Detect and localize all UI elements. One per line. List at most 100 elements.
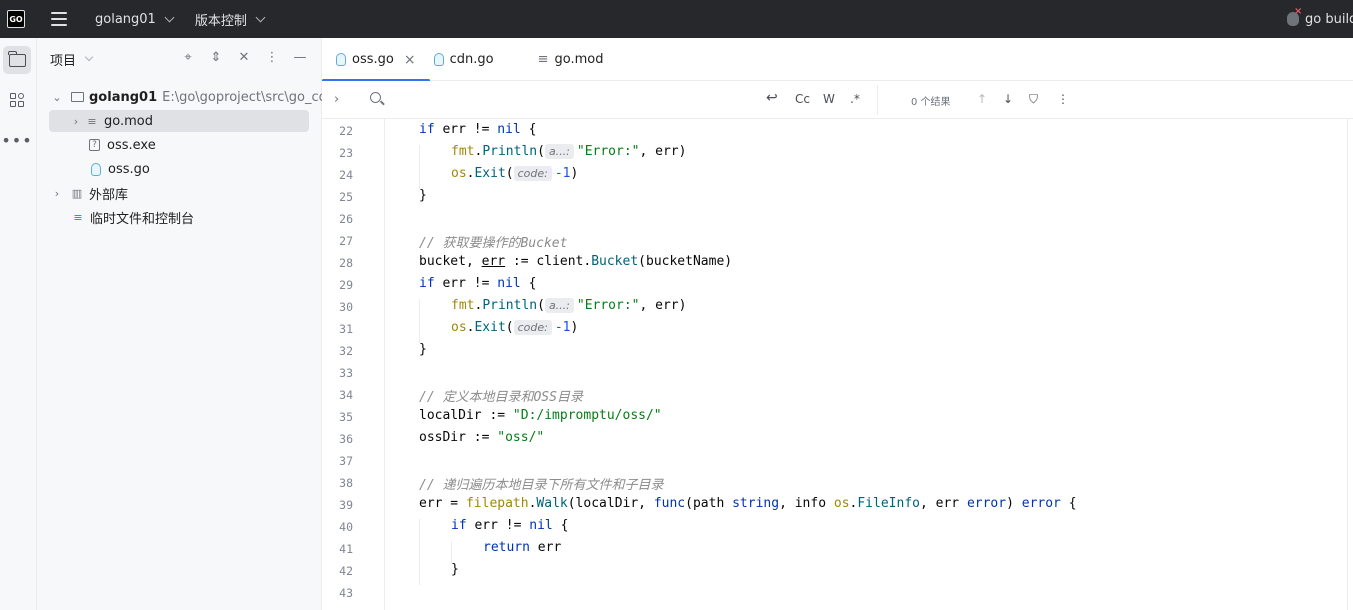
- code-line[interactable]: localDir := "D:/impromptu/oss/": [419, 408, 662, 423]
- code-line[interactable]: fmt.Println(a...: "Error:", err): [451, 144, 686, 159]
- go-file-icon: [89, 162, 103, 176]
- line-number: 37: [339, 454, 353, 468]
- go-file-icon: [433, 53, 444, 66]
- code-editor[interactable]: [385, 119, 1347, 610]
- locate-icon[interactable]: ⌖: [181, 50, 195, 65]
- run-config-label: go build: [1305, 11, 1353, 27]
- tree-item-external-libraries[interactable]: › ▥ 外部库: [50, 182, 128, 204]
- code-line[interactable]: // 递归遍历本地目录下所有文件和子目录: [419, 474, 663, 493]
- more-tools-icon[interactable]: •••: [1, 126, 31, 154]
- chevron-right-icon: ›: [54, 186, 60, 200]
- project-panel: 项目 ⌖ ⇕ ✕ ⋮ — ⌄ golang01 E:\go\goproject\…: [37, 38, 343, 610]
- chevron-down-icon: [255, 12, 266, 22]
- code-line[interactable]: err = filepath.Walk(localDir, func(path …: [419, 496, 1077, 511]
- code-line[interactable]: ossDir := "oss/": [419, 430, 544, 445]
- line-number: 29: [339, 278, 353, 292]
- line-number: 23: [339, 146, 353, 160]
- line-number: 40: [339, 520, 353, 534]
- run-config-selector[interactable]: go build: [1287, 0, 1353, 38]
- folder-icon: [70, 90, 84, 104]
- unknown-file-icon: ?: [89, 139, 100, 151]
- match-case-toggle[interactable]: Cc: [795, 92, 810, 106]
- line-number: 43: [339, 586, 353, 600]
- file-lines-icon: ≡: [537, 52, 549, 67]
- project-view-selector[interactable]: 项目: [50, 50, 94, 69]
- code-line[interactable]: }: [419, 188, 427, 203]
- tree-item-oss-exe[interactable]: ? oss.exe: [89, 134, 156, 156]
- line-number: 32: [339, 344, 353, 358]
- filter-icon[interactable]: ⛉: [1029, 92, 1038, 107]
- main-menu-icon[interactable]: [51, 12, 67, 26]
- code-line[interactable]: os.Exit(code: -1): [451, 320, 578, 335]
- code-line[interactable]: fmt.Println(a...: "Error:", err): [451, 298, 686, 313]
- code-line[interactable]: }: [451, 562, 459, 577]
- tool-window-strip: •••: [0, 38, 37, 610]
- structure-tool-button[interactable]: [3, 86, 31, 114]
- library-icon: ▥: [71, 186, 83, 200]
- line-number: 30: [339, 300, 353, 314]
- tree-item-golang01[interactable]: ⌄ golang01 E:\go\goproject\src\go_code: [50, 86, 343, 108]
- code-line[interactable]: // 获取要操作的Bucket: [419, 232, 567, 251]
- code-line[interactable]: if err != nil {: [451, 518, 568, 533]
- tree-item-label: oss.exe: [107, 137, 156, 153]
- regex-toggle[interactable]: .*: [850, 92, 860, 106]
- collapse-all-icon[interactable]: ✕: [237, 50, 251, 65]
- line-number: 35: [339, 410, 353, 424]
- code-line[interactable]: }: [419, 342, 427, 357]
- search-icon[interactable]: [370, 92, 381, 103]
- hide-icon[interactable]: —: [293, 50, 307, 65]
- close-icon[interactable]: ×: [404, 52, 416, 68]
- tab-label: go.mod: [554, 52, 604, 67]
- code-line[interactable]: // 定义本地目录和OSS目录: [419, 386, 583, 405]
- line-number: 25: [339, 190, 353, 204]
- more-options-icon[interactable]: ⋮: [1057, 92, 1069, 106]
- line-number: 36: [339, 432, 353, 446]
- chevron-right-icon: ›: [73, 114, 79, 128]
- search-results-count: 0 个结果: [911, 97, 951, 108]
- tree-item-go-mod[interactable]: › ≡ go.mod: [49, 110, 309, 132]
- tree-item-scratches[interactable]: ≡ 临时文件和控制台: [71, 206, 194, 228]
- find-bar: › ↩ Cc W .* 0 个结果 ↑ ↓ ⛉ ⋮: [322, 81, 1353, 119]
- next-occurrence-icon[interactable]: ↓: [1003, 92, 1013, 106]
- chevron-right-icon[interactable]: ›: [334, 92, 339, 107]
- tree-item-label: golang01: [89, 89, 158, 105]
- file-lines-icon: ≡: [87, 114, 97, 128]
- code-line[interactable]: os.Exit(code: -1): [451, 166, 578, 181]
- editor-tabs: oss.go × cdn.go ≡ go.mod: [322, 38, 1353, 82]
- run-config-icon: [1287, 6, 1302, 26]
- code-line[interactable]: if err != nil {: [419, 122, 536, 137]
- previous-occurrence-icon[interactable]: ↑: [977, 92, 987, 106]
- tab-oss-go[interactable]: oss.go ×: [322, 38, 430, 82]
- options-icon[interactable]: ⋮: [265, 50, 279, 65]
- whole-word-toggle[interactable]: W: [823, 92, 835, 106]
- code-line[interactable]: bucket, err := client.Bucket(bucketName): [419, 254, 732, 269]
- project-switcher[interactable]: golang01: [95, 11, 175, 27]
- chevron-down-icon: ⌄: [52, 90, 62, 104]
- line-number: 31: [339, 322, 353, 336]
- line-number: 27: [339, 234, 353, 248]
- app-logo-icon[interactable]: GO: [7, 10, 25, 28]
- tree-item-path: E:\go\goproject\src\go_code: [162, 89, 343, 105]
- line-number: 33: [339, 366, 353, 380]
- project-name: golang01: [95, 11, 156, 27]
- title-bar: GO golang01 版本控制 go build: [0, 0, 1353, 38]
- line-number: 41: [339, 542, 353, 556]
- line-number: 24: [339, 168, 353, 182]
- project-tool-button[interactable]: [3, 46, 31, 74]
- line-number: 22: [339, 124, 353, 138]
- tree-item-label: go.mod: [104, 113, 153, 129]
- structure-icon: [9, 92, 25, 108]
- tab-go-mod[interactable]: ≡ go.mod: [508, 38, 618, 81]
- tree-item-oss-go[interactable]: oss.go: [89, 158, 150, 180]
- expand-all-icon[interactable]: ⇕: [209, 50, 223, 65]
- new-line-icon[interactable]: ↩: [766, 90, 778, 106]
- code-line[interactable]: if err != nil {: [419, 276, 536, 291]
- tab-cdn-go[interactable]: cdn.go: [430, 38, 508, 81]
- vcs-menu[interactable]: 版本控制: [195, 10, 266, 29]
- go-file-icon: [336, 53, 346, 66]
- line-number: 28: [339, 256, 353, 270]
- project-panel-title: 项目: [50, 53, 77, 69]
- code-line[interactable]: return err: [483, 540, 561, 555]
- tab-label: oss.go: [352, 52, 394, 67]
- scratches-icon: ≡: [73, 210, 83, 224]
